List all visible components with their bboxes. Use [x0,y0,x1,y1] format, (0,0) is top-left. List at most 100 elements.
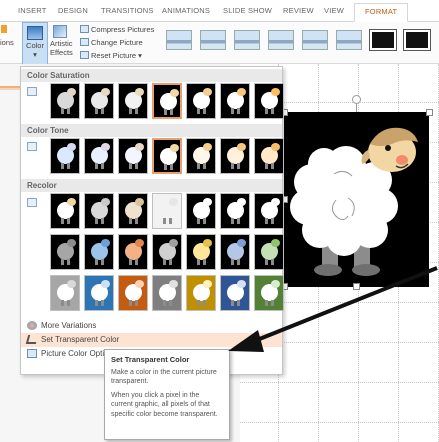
color-variation-swatch[interactable] [50,193,80,229]
color-variation-swatch[interactable] [118,193,148,229]
color-variation-swatch[interactable] [118,275,148,311]
eyedropper-icon [25,335,39,344]
color-saturation-header: Color Saturation [21,69,282,82]
tab-format[interactable]: FORMAT [354,3,409,22]
set-transparent-color-item[interactable]: Set Transparent Color [21,333,282,347]
color-variation-swatch[interactable] [254,275,284,311]
sheep-head [203,239,212,247]
artistic-label: Artistic [50,39,73,48]
more-variations-item[interactable]: More Variations [21,319,282,333]
color-variation-swatch[interactable] [152,193,182,229]
artistic-effects-icon [53,25,67,38]
compress-pictures-button[interactable]: Compress Pictures [80,25,154,34]
color-variation-swatch[interactable] [152,275,182,311]
reset-label: Reset Picture [91,51,137,60]
color-variation-swatch[interactable] [220,193,250,229]
recolor-header: Recolor [21,179,282,192]
picture-style-1[interactable] [166,30,192,50]
picture-style-7[interactable] [370,30,396,50]
color-variation-swatch[interactable] [152,83,182,119]
tab-transitions[interactable]: TRANSITIONS [101,6,154,15]
reset-picture-button[interactable]: Reset Picture ▾ [80,51,142,60]
sheep-legs [95,218,104,224]
ribbon-icon-cut [1,25,7,33]
picture-style-4[interactable] [268,30,294,50]
color-variation-swatch[interactable] [220,275,250,311]
sheep-head [203,143,212,151]
color-variation-swatch[interactable] [152,234,182,270]
sheep-head [135,143,144,151]
rotate-handle[interactable] [352,95,361,104]
tab-animations[interactable]: ANIMATIONS [162,6,210,15]
color-variation-swatch[interactable] [220,234,250,270]
sheep-head [135,280,144,288]
sheep-legs [164,109,173,115]
sheep-legs [265,163,274,169]
change-picture-button[interactable]: Change Picture [80,38,143,47]
color-variation-swatch[interactable] [84,138,114,174]
picture-style-2[interactable] [200,30,226,50]
sheep-head [101,280,110,288]
sheep-legs [61,300,70,306]
tab-review[interactable]: REVIEW [283,6,314,15]
color-variation-swatch[interactable] [220,83,250,119]
picture-style-3[interactable] [234,30,260,50]
color-variation-swatch[interactable] [84,275,114,311]
color-icon [27,26,43,40]
color-variation-swatch[interactable] [254,83,284,119]
sheep-legs [61,218,70,224]
color-button[interactable]: Color ▾ [22,22,48,66]
tooltip: Set Transparent Color Make a color in th… [104,349,230,440]
compress-label: Compress Pictures [91,25,155,34]
color-variation-swatch[interactable] [118,234,148,270]
color-variation-swatch[interactable] [186,83,216,119]
sheep-head [101,143,110,151]
color-variation-swatch[interactable] [84,234,114,270]
sheep-legs [231,218,240,224]
picture-style-8[interactable] [404,30,430,50]
picture-style-6[interactable] [336,30,362,50]
color-variation-swatch[interactable] [254,138,284,174]
sheep-head [203,198,212,206]
sheep-legs [163,218,172,224]
color-variation-swatch[interactable] [186,234,216,270]
sheep-legs [197,259,206,265]
color-variation-swatch[interactable] [84,193,114,229]
sheep-head [135,88,144,96]
color-variation-swatch[interactable] [152,138,182,174]
color-variation-swatch[interactable] [50,138,80,174]
color-variation-swatch[interactable] [84,83,114,119]
tooltip-line-1: Make a color in the current picture tran… [111,369,217,386]
color-variation-swatch[interactable] [186,275,216,311]
tab-view[interactable]: VIEW [324,6,344,15]
sheep-picture[interactable] [284,112,429,287]
sheep-head [237,143,246,151]
color-button-label: Color [26,41,44,50]
sheep-legs [129,300,138,306]
resize-handle[interactable] [353,283,360,290]
color-variation-swatch[interactable] [254,193,284,229]
color-variation-swatch[interactable] [50,234,80,270]
picture-style-5[interactable] [302,30,328,50]
gridline [240,382,439,383]
artistic-effects-button[interactable]: Artistic Effects [50,22,73,57]
color-variation-swatch[interactable] [186,193,216,229]
tab-slide-show[interactable]: SLIDE SHOW [223,6,272,15]
color-variation-swatch[interactable] [220,138,250,174]
color-variation-swatch[interactable] [186,138,216,174]
sheep-head [135,239,144,247]
color-variation-swatch[interactable] [254,234,284,270]
sheep-head [271,280,280,288]
resize-handle[interactable] [426,109,433,116]
more-variations-label: More Variations [41,321,97,330]
sheep-legs [265,218,274,224]
color-variation-swatch[interactable] [50,275,80,311]
tab-insert[interactable]: INSERT [18,6,47,15]
change-label: Change Picture [91,38,143,47]
color-variation-swatch[interactable] [118,83,148,119]
tab-design[interactable]: DESIGN [58,6,88,15]
color-variation-swatch[interactable] [118,138,148,174]
tooltip-line-2: When you click a pixel in the current gr… [111,391,218,418]
sheep-legs [129,259,138,265]
color-variation-swatch[interactable] [50,83,80,119]
